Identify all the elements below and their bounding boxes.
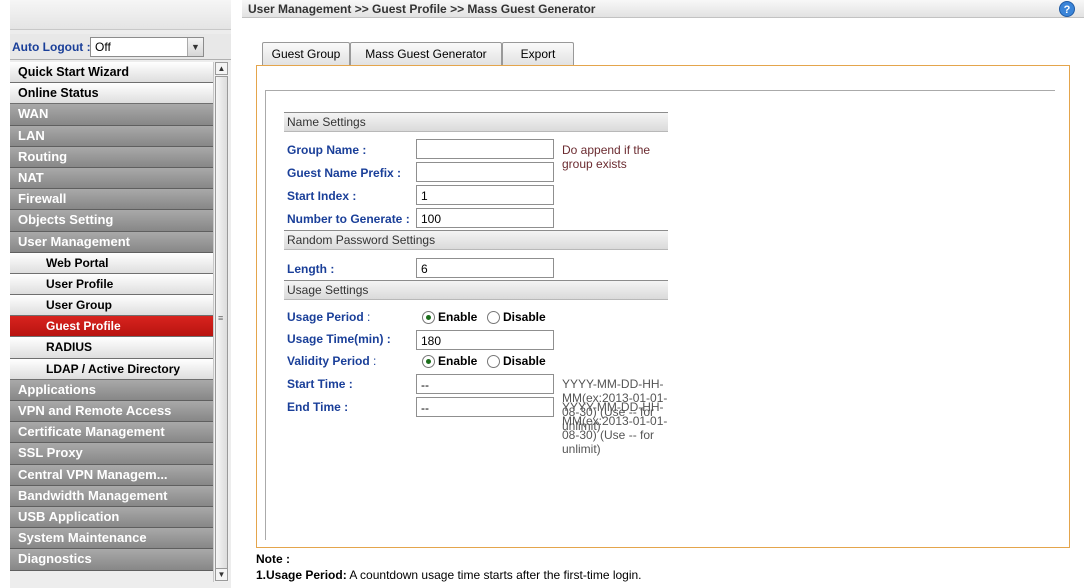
- sidebar-item-bandwidth-management[interactable]: Bandwidth Management: [10, 485, 213, 507]
- note-title: Note :: [256, 552, 290, 566]
- sidebar-item-applications[interactable]: Applications: [10, 379, 213, 401]
- tab-panel: Name Settings Group Name : Do append if …: [256, 65, 1070, 548]
- scrollbar-thumb[interactable]: ≡: [215, 76, 228, 570]
- tab-guest-group[interactable]: Guest Group: [262, 42, 350, 65]
- validity-period-disable-label[interactable]: Disable: [503, 354, 546, 368]
- start-time-label: Start Time :: [287, 377, 353, 391]
- usage-time-label: Usage Time(min) :: [287, 332, 391, 346]
- usage-time-input[interactable]: 180: [416, 330, 554, 350]
- usage-period-disable-radio[interactable]: [487, 311, 500, 324]
- sidebar-item-firewall[interactable]: Firewall: [10, 189, 213, 211]
- note-line-bold: 1.Usage Period:: [256, 568, 347, 582]
- scroll-up-icon[interactable]: ▲: [215, 62, 228, 75]
- start-index-input[interactable]: 1: [416, 185, 554, 205]
- usage-period-label: Usage Period :: [287, 310, 371, 324]
- scroll-down-icon[interactable]: ▼: [215, 568, 228, 581]
- guest-name-prefix-label: Guest Name Prefix :: [287, 166, 402, 180]
- sidebar-item-routing[interactable]: Routing: [10, 146, 213, 168]
- sidebar-item-ldap-active-directory[interactable]: LDAP / Active Directory: [10, 358, 213, 380]
- number-to-generate-input[interactable]: 100: [416, 208, 554, 228]
- sidebar-item-web-portal[interactable]: Web Portal: [10, 252, 213, 274]
- sidebar-item-quick-start-wizard[interactable]: Quick Start Wizard: [10, 62, 213, 84]
- section-usage-settings: Usage Settings: [284, 280, 668, 300]
- auto-logout-row: Auto Logout : Off ▼: [10, 34, 231, 60]
- sidebar-item-usb-application[interactable]: USB Application: [10, 506, 213, 529]
- sidebar-item-system-maintenance[interactable]: System Maintenance: [10, 528, 213, 550]
- validity-period-enable-radio[interactable]: [422, 355, 435, 368]
- validity-period-enable-label[interactable]: Enable: [438, 354, 477, 368]
- group-name-hint: Do append if the group exists: [562, 143, 651, 171]
- sidebar-item-online-status[interactable]: Online Status: [10, 83, 213, 105]
- grip-icon: ≡: [218, 313, 224, 323]
- end-time-input[interactable]: --: [416, 397, 554, 417]
- usage-period-disable-label[interactable]: Disable: [503, 310, 546, 324]
- group-name-label: Group Name :: [287, 143, 367, 157]
- group-name-input[interactable]: [416, 139, 554, 159]
- sidebar-item-guest-profile[interactable]: Guest Profile: [10, 316, 213, 338]
- main-content: User Management >> Guest Profile >> Mass…: [242, 0, 1084, 588]
- sidebar-item-vpn-and-remote-access[interactable]: VPN and Remote Access: [10, 401, 213, 423]
- end-time-label: End Time :: [287, 400, 349, 414]
- title-bar: User Management >> Guest Profile >> Mass…: [242, 0, 1084, 18]
- number-to-generate-label: Number to Generate :: [287, 212, 410, 226]
- sidebar-item-user-profile[interactable]: User Profile: [10, 273, 213, 296]
- sidebar-item-wan[interactable]: WAN: [10, 104, 213, 126]
- length-label: Length :: [287, 262, 335, 276]
- fieldset-border: [265, 90, 266, 540]
- sidebar-item-diagnostics[interactable]: Diagnostics: [10, 549, 213, 571]
- fieldset-border: [265, 90, 1055, 91]
- sidebar-item-user-management[interactable]: User Management: [10, 231, 213, 253]
- auto-logout-select[interactable]: Off ▼: [90, 37, 204, 57]
- sidebar-item-ssl-proxy[interactable]: SSL Proxy: [10, 443, 213, 465]
- chevron-down-icon[interactable]: ▼: [187, 38, 203, 56]
- usage-period-enable-radio[interactable]: [422, 311, 435, 324]
- sidebar-scrollbar[interactable]: ▲ ≡ ▼: [213, 62, 229, 582]
- note-line-text: A countdown usage time starts after the …: [346, 568, 642, 582]
- breadcrumb: User Management >> Guest Profile >> Mass…: [248, 2, 596, 16]
- sidebar-item-certificate-management[interactable]: Certificate Management: [10, 422, 213, 444]
- section-random-password: Random Password Settings: [284, 230, 668, 250]
- start-time-input[interactable]: --: [416, 374, 554, 394]
- auto-logout-value: Off: [95, 40, 111, 54]
- tab-mass-guest-generator[interactable]: Mass Guest Generator: [350, 42, 502, 65]
- note-line: 1.Usage Period: A countdown usage time s…: [256, 568, 642, 582]
- sidebar-menu: Quick Start Wizard Online Status WAN LAN Rou…: [10, 62, 213, 588]
- sidebar-item-radius[interactable]: RADIUS: [10, 337, 213, 359]
- note-section: Note : 1.Usage Period: A countdown usage…: [256, 552, 642, 582]
- validity-period-disable-radio[interactable]: [487, 355, 500, 368]
- sidebar-item-central-vpn-managem[interactable]: Central VPN Managem...: [10, 464, 213, 486]
- end-time-hint: YYYY-MM-DD-HH-MM(ex:2013-01-01-08-30) (U…: [562, 400, 668, 456]
- section-name-settings: Name Settings: [284, 112, 668, 132]
- sidebar-item-objects-setting[interactable]: Objects Setting: [10, 210, 213, 232]
- sidebar-item-nat[interactable]: NAT: [10, 167, 213, 190]
- help-icon[interactable]: ?: [1059, 1, 1075, 17]
- usage-period-enable-label[interactable]: Enable: [438, 310, 477, 324]
- sidebar: Auto Logout : Off ▼ Quick Start Wizard On…: [10, 0, 231, 588]
- auto-logout-label: Auto Logout :: [12, 40, 91, 54]
- length-input[interactable]: 6: [416, 258, 554, 278]
- guest-name-prefix-input[interactable]: [416, 162, 554, 182]
- sidebar-item-lan[interactable]: LAN: [10, 125, 213, 147]
- start-index-label: Start Index :: [287, 189, 357, 203]
- tab-export[interactable]: Export: [502, 42, 574, 65]
- sidebar-header: [10, 0, 231, 30]
- validity-period-label: Validity Period :: [287, 354, 377, 368]
- sidebar-item-user-group[interactable]: User Group: [10, 295, 213, 317]
